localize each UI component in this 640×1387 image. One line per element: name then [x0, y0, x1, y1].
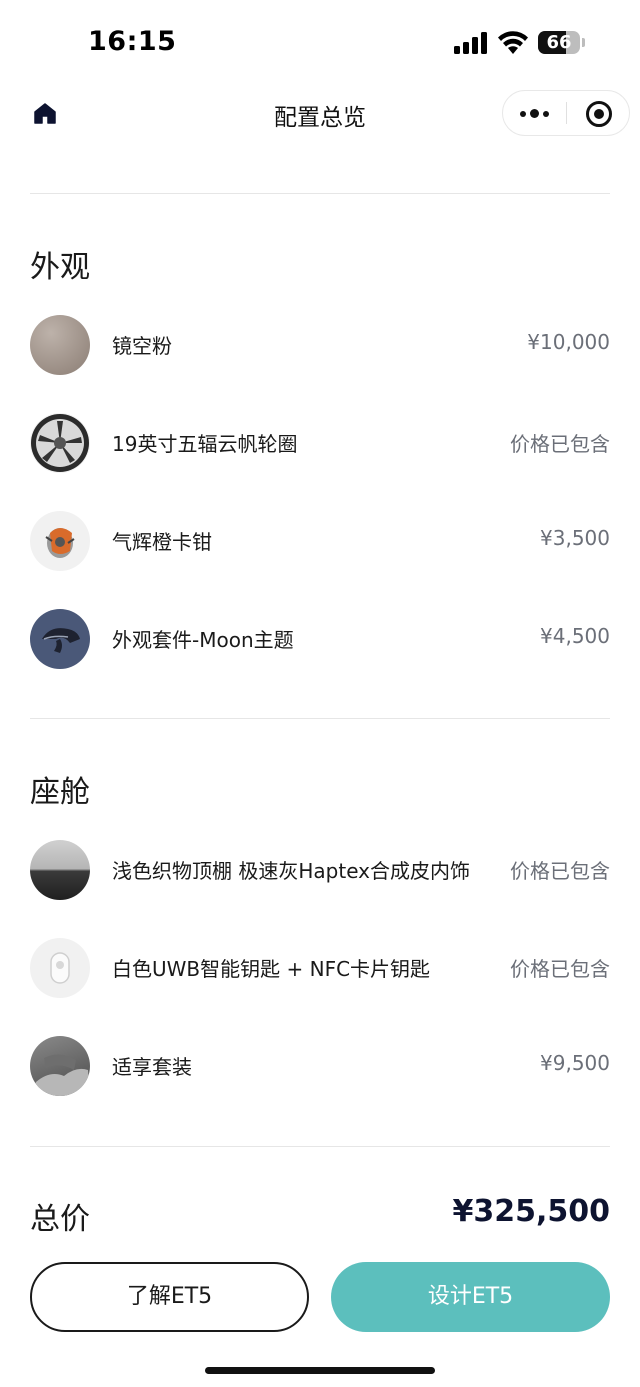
nav-bar: 配置总览 [0, 88, 640, 138]
item-name: 气辉橙卡钳 [112, 530, 212, 554]
section-title-cabin: 座舱 [30, 775, 90, 810]
item-name: 适享套装 [112, 1055, 192, 1079]
list-item-seat-package: 适享套装 ¥9,500 [30, 1035, 610, 1097]
list-item-key: 白色UWB智能钥匙 + NFC卡片钥匙 价格已包含 [30, 937, 610, 999]
status-time: 16:15 [88, 26, 177, 57]
item-name: 19英寸五辐云帆轮圈 [112, 432, 298, 456]
list-item-wheel: 19英寸五辐云帆轮圈 价格已包含 [30, 412, 610, 474]
interior-fabric-thumb [30, 840, 90, 900]
battery-cap [582, 38, 585, 47]
brake-caliper-thumb [30, 511, 90, 571]
item-price: 价格已包含 [510, 432, 610, 456]
target-close-icon[interactable] [586, 101, 612, 127]
item-price: ¥4,500 [540, 624, 610, 648]
battery-icon: 66 [538, 31, 580, 54]
total-label: 总价 [30, 1202, 90, 1237]
item-price: ¥9,500 [540, 1051, 610, 1075]
wifi-icon [498, 31, 528, 54]
divider [30, 1146, 610, 1147]
paint-swatch-thumb [30, 315, 90, 375]
item-price: 价格已包含 [510, 859, 610, 883]
exterior-kit-thumb [30, 609, 90, 669]
smart-key-thumb [30, 938, 90, 998]
battery-percent: 66 [546, 32, 572, 53]
item-name: 镜空粉 [112, 334, 172, 358]
item-price: ¥3,500 [540, 526, 610, 550]
more-dots-icon[interactable] [503, 91, 566, 135]
item-name: 白色UWB智能钥匙 + NFC卡片钥匙 [112, 957, 431, 981]
divider [30, 193, 610, 194]
item-price: ¥10,000 [527, 330, 610, 354]
item-name: 浅色织物顶棚 极速灰Haptex合成皮内饰 [112, 859, 470, 883]
learn-et5-button[interactable]: 了解ET5 [30, 1262, 309, 1332]
home-indicator [205, 1367, 435, 1374]
status-bar: 16:15 66 [0, 0, 640, 88]
divider [30, 718, 610, 719]
cellular-signal-icon [454, 32, 488, 54]
seat-package-thumb [30, 1036, 90, 1096]
total-price: ¥325,500 [452, 1194, 610, 1229]
item-name: 外观套件-Moon主题 [112, 628, 294, 652]
design-et5-button[interactable]: 设计ET5 [331, 1262, 610, 1332]
wheel-rim-thumb [30, 413, 90, 473]
list-item-exterior-kit: 外观套件-Moon主题 ¥4,500 [30, 608, 610, 670]
list-item-paint: 镜空粉 ¥10,000 [30, 314, 610, 376]
item-price: 价格已包含 [510, 957, 610, 981]
list-item-caliper: 气辉橙卡钳 ¥3,500 [30, 510, 610, 572]
list-item-interior: 浅色织物顶棚 极速灰Haptex合成皮内饰 价格已包含 [30, 839, 610, 901]
section-title-exterior: 外观 [30, 250, 90, 285]
mini-program-capsule [502, 90, 630, 136]
capsule-divider [566, 102, 567, 124]
